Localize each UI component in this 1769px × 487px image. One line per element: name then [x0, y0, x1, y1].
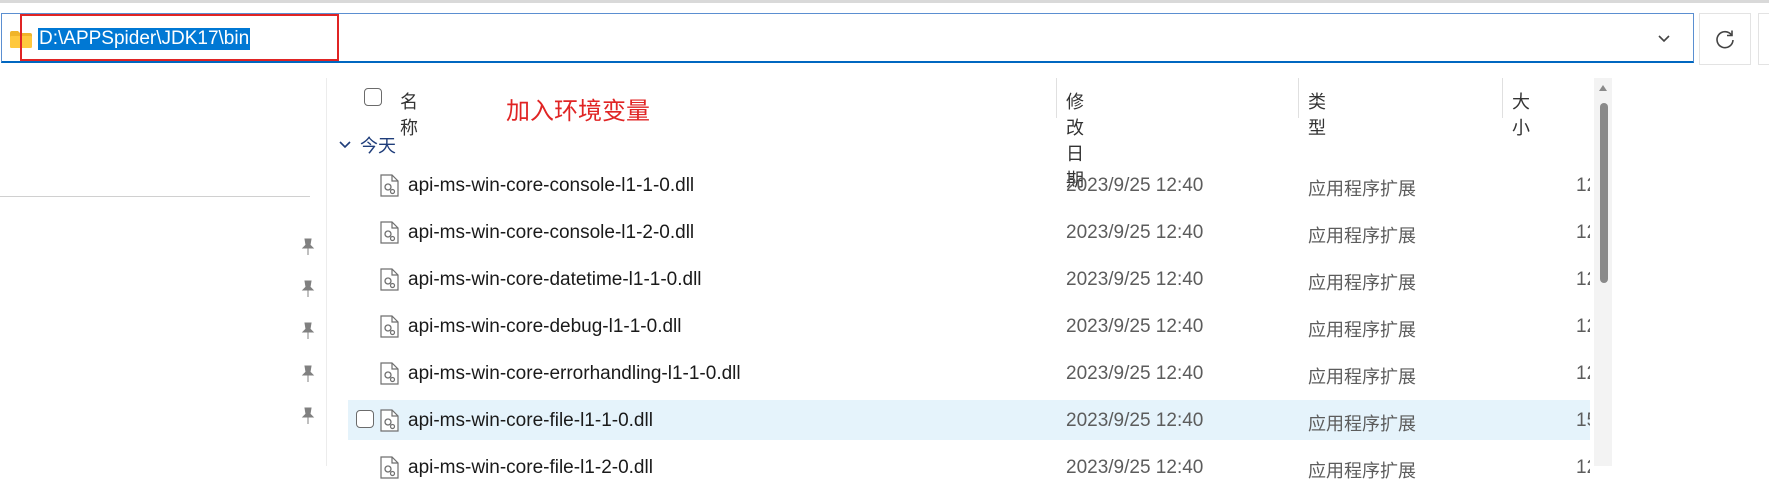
- file-size: 12: [1576, 175, 1590, 196]
- file-type: 应用程序扩展: [1308, 320, 1416, 340]
- file-size: 12: [1576, 457, 1590, 478]
- column-separator[interactable]: [1298, 78, 1299, 118]
- file-date: 2023/9/25 12:40: [1066, 410, 1204, 431]
- dll-file-icon: [380, 315, 399, 338]
- dll-file-icon: [380, 221, 399, 244]
- file-date: 2023/9/25 12:40: [1066, 175, 1204, 196]
- pane-divider[interactable]: [326, 78, 327, 466]
- row-checkbox[interactable]: [356, 410, 374, 428]
- file-type: 应用程序扩展: [1308, 414, 1416, 434]
- file-type: 应用程序扩展: [1308, 461, 1416, 481]
- file-name: api-ms-win-core-datetime-l1-1-0.dll: [408, 269, 702, 290]
- scroll-up-arrow-icon[interactable]: [1598, 84, 1608, 92]
- dll-file-icon: [380, 456, 399, 479]
- file-type: 应用程序扩展: [1308, 367, 1416, 387]
- file-row[interactable]: api-ms-win-core-datetime-l1-1-0.dll 2023/…: [348, 259, 1590, 299]
- dll-file-icon: [380, 409, 399, 432]
- navigation-pane: [0, 78, 326, 466]
- file-row[interactable]: api-ms-win-core-file-l1-2-0.dll 2023/9/25…: [348, 447, 1590, 487]
- file-name: api-ms-win-core-debug-l1-1-0.dll: [408, 316, 682, 337]
- file-row[interactable]: api-ms-win-core-errorhandling-l1-1-0.dll…: [348, 353, 1590, 393]
- file-date: 2023/9/25 12:40: [1066, 363, 1204, 384]
- annotation-text: 加入环境变量: [506, 98, 650, 125]
- dll-file-icon: [380, 268, 399, 291]
- dll-file-icon: [380, 362, 399, 385]
- file-size: 15: [1576, 410, 1590, 431]
- pin-icon[interactable]: [300, 407, 316, 425]
- nav-separator: [0, 196, 310, 197]
- column-header-name-label: 名称: [400, 92, 418, 138]
- file-type: 应用程序扩展: [1308, 179, 1416, 199]
- select-all-checkbox[interactable]: [364, 88, 382, 106]
- file-name: api-ms-win-core-file-l1-2-0.dll: [408, 457, 653, 478]
- file-row[interactable]: api-ms-win-core-file-l1-1-0.dll 2023/9/25…: [348, 400, 1590, 440]
- search-box-edge[interactable]: [1758, 13, 1769, 65]
- file-row[interactable]: api-ms-win-core-console-l1-2-0.dll 2023/9…: [348, 212, 1590, 252]
- file-size: 12: [1576, 222, 1590, 243]
- file-size: 12: [1576, 269, 1590, 290]
- column-header-type-label: 类型: [1308, 92, 1326, 138]
- file-name: api-ms-win-core-console-l1-2-0.dll: [408, 222, 695, 243]
- annotation-highlight-box: [20, 14, 339, 61]
- column-separator[interactable]: [1056, 78, 1057, 118]
- file-row[interactable]: api-ms-win-core-debug-l1-1-0.dll 2023/9/2…: [348, 306, 1590, 346]
- file-date: 2023/9/25 12:40: [1066, 316, 1204, 337]
- file-size: 12: [1576, 316, 1590, 337]
- file-row[interactable]: api-ms-win-core-console-l1-1-0.dll 2023/9…: [348, 165, 1590, 205]
- file-name: api-ms-win-core-console-l1-1-0.dll: [408, 175, 695, 196]
- file-date: 2023/9/25 12:40: [1066, 269, 1204, 290]
- file-type: 应用程序扩展: [1308, 273, 1416, 293]
- refresh-icon: [1716, 30, 1734, 49]
- column-separator[interactable]: [1502, 78, 1503, 118]
- chevron-down-icon[interactable]: [338, 138, 352, 152]
- window-top-edge: [0, 0, 1769, 3]
- pin-icon[interactable]: [300, 238, 316, 256]
- group-header-today[interactable]: 今天: [360, 132, 396, 158]
- column-header-size-label: 大小: [1512, 92, 1530, 138]
- file-type: 应用程序扩展: [1308, 226, 1416, 246]
- refresh-button[interactable]: [1699, 13, 1751, 65]
- chevron-down-icon[interactable]: [1653, 27, 1675, 49]
- file-size: 12: [1576, 363, 1590, 384]
- file-name: api-ms-win-core-errorhandling-l1-1-0.dll: [408, 363, 741, 384]
- scrollbar-thumb[interactable]: [1600, 103, 1608, 283]
- file-date: 2023/9/25 12:40: [1066, 222, 1204, 243]
- file-date: 2023/9/25 12:40: [1066, 457, 1204, 478]
- pin-icon[interactable]: [300, 280, 316, 298]
- dll-file-icon: [380, 174, 399, 197]
- pin-icon[interactable]: [300, 322, 316, 340]
- pin-icon[interactable]: [300, 365, 316, 383]
- file-name: api-ms-win-core-file-l1-1-0.dll: [408, 410, 653, 431]
